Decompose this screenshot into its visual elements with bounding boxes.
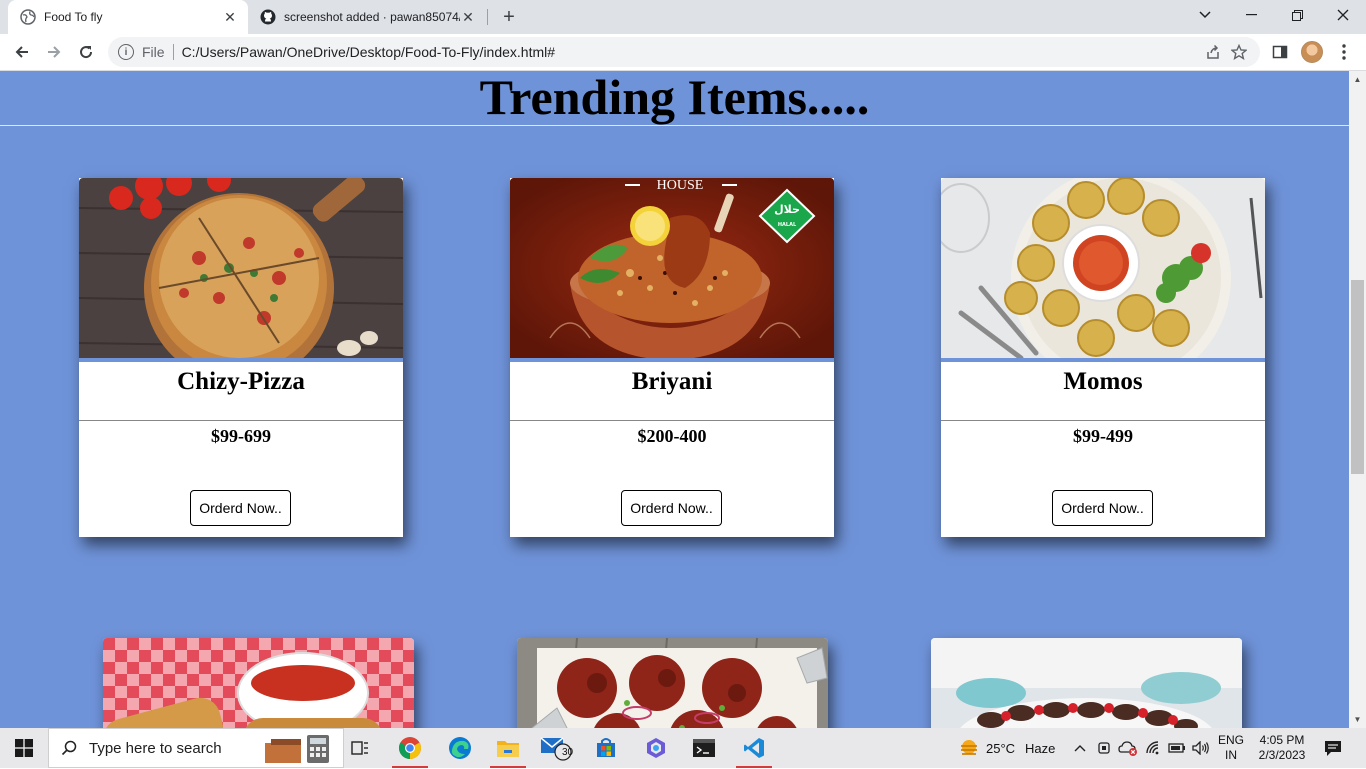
bookmark-star-icon[interactable] [1226, 44, 1252, 60]
chrome-taskbar-icon[interactable] [386, 728, 434, 768]
page-viewport: Trending Items..... Chizy-Pizza $99-699 … [0, 71, 1349, 728]
product-card-spring-rolls [103, 638, 414, 728]
weather-widget[interactable]: 25°C Haze [986, 728, 1066, 768]
new-tab-button[interactable]: + [497, 5, 521, 29]
weather-condition: Haze [1025, 740, 1056, 756]
share-icon[interactable] [1200, 44, 1226, 60]
card-divider [510, 420, 834, 421]
tab-food-to-fly[interactable]: Food To fly ✕ [8, 0, 248, 34]
tab-title: screenshot added · pawan85074/ [284, 10, 460, 24]
windows-start-icon[interactable] [0, 728, 48, 768]
card-divider [941, 420, 1265, 421]
battery-icon[interactable] [1166, 728, 1188, 768]
terminal-icon[interactable] [680, 728, 728, 768]
product-price: $200-400 [637, 426, 707, 446]
tab-search-icon[interactable] [1182, 0, 1228, 30]
copilot-icon[interactable] [632, 728, 680, 768]
url-scheme: File [142, 44, 165, 60]
order-now-button[interactable]: Orderd Now.. [621, 490, 722, 526]
back-button[interactable] [8, 38, 36, 66]
close-tab-icon[interactable]: ✕ [222, 9, 238, 25]
language-indicator[interactable]: ENG IN [1214, 728, 1248, 768]
file-explorer-icon[interactable] [484, 728, 532, 768]
search-placeholder: Type here to search [89, 739, 222, 757]
svg-text:حلال: حلال [774, 203, 800, 216]
language-line1: ENG [1217, 733, 1244, 747]
kebab-menu-icon[interactable] [1330, 38, 1358, 66]
scroll-down-icon[interactable]: ▼ [1349, 711, 1366, 728]
halal-text: HALAL [778, 222, 797, 228]
tab-title: Food To fly [44, 10, 103, 24]
wifi-icon[interactable] [1144, 728, 1164, 768]
notification-icon[interactable] [1316, 728, 1350, 768]
momos-image [941, 178, 1265, 358]
order-now-button[interactable]: Orderd Now.. [190, 490, 291, 526]
windows-taskbar: Type here to search 30 25°C Haze ENG IN … [0, 728, 1366, 768]
scroll-thumb[interactable] [1351, 280, 1364, 474]
spring-rolls-image [103, 638, 414, 728]
cake-image [931, 638, 1242, 728]
store-icon[interactable] [582, 728, 630, 768]
globe-icon [20, 9, 36, 25]
forward-button[interactable] [40, 38, 68, 66]
vscode-icon[interactable] [730, 728, 778, 768]
product-card-chicken [517, 638, 828, 728]
edge-taskbar-icon[interactable] [436, 728, 484, 768]
mail-icon[interactable]: 30 [532, 728, 580, 768]
search-highlight-icon [263, 733, 335, 769]
tab-separator [487, 9, 488, 25]
search-icon [49, 740, 89, 756]
product-name: Briyani [631, 368, 713, 395]
mail-badge: 30 [562, 747, 574, 758]
onedrive-error-icon[interactable] [1116, 728, 1140, 768]
clock-date: 2/3/2023 [1258, 748, 1306, 762]
github-icon [260, 9, 276, 25]
product-card-briyani: حلال HALAL HOUSE Briyani $200-400 Orderd… [510, 178, 834, 537]
weather-haze-icon[interactable] [956, 728, 982, 768]
pizza-image [79, 178, 403, 358]
scroll-up-icon[interactable]: ▲ [1349, 71, 1366, 88]
page-scrollbar[interactable]: ▲ ▼ [1349, 71, 1366, 728]
product-card-pizza: Chizy-Pizza $99-699 Orderd Now.. [79, 178, 403, 537]
chicken-image [517, 638, 828, 728]
weather-temp: 25°C [986, 740, 1016, 756]
product-price: $99-699 [211, 426, 271, 446]
product-price: $99-499 [1073, 426, 1133, 446]
image-band [510, 358, 834, 362]
taskbar-search[interactable]: Type here to search [48, 728, 344, 768]
chevron-up-icon[interactable] [1070, 728, 1090, 768]
omnibox-divider [172, 44, 174, 60]
heading-divider [0, 125, 1349, 126]
restore-button[interactable] [1274, 0, 1320, 30]
url-text[interactable]: C:/Users/Pawan/OneDrive/Desktop/Food-To-… [182, 44, 1200, 60]
task-view-icon[interactable] [344, 728, 376, 768]
product-card-momos: Momos $99-499 Orderd Now.. [941, 178, 1265, 537]
volume-icon[interactable] [1190, 728, 1212, 768]
briyani-image: حلال HALAL HOUSE [510, 178, 834, 358]
order-now-button[interactable]: Orderd Now.. [1052, 490, 1153, 526]
side-panel-icon[interactable] [1266, 38, 1294, 66]
page-heading: Trending Items..... [479, 71, 870, 125]
minimize-button[interactable] [1228, 0, 1274, 30]
product-card-cake [931, 638, 1242, 728]
image-band [941, 358, 1265, 362]
close-window-button[interactable] [1320, 0, 1366, 30]
device-icon[interactable] [1094, 728, 1114, 768]
tab-strip: Food To fly ✕ screenshot added · pawan85… [0, 0, 1366, 34]
close-tab-icon[interactable]: ✕ [460, 9, 476, 25]
house-text: HOUSE [657, 178, 704, 193]
reload-button[interactable] [72, 38, 100, 66]
address-bar[interactable]: i File C:/Users/Pawan/OneDrive/Desktop/F… [108, 37, 1260, 67]
image-band [79, 358, 403, 362]
clock-time: 4:05 PM [1259, 733, 1305, 747]
tab-github[interactable]: screenshot added · pawan85074/ ✕ [250, 0, 486, 34]
profile-avatar[interactable] [1298, 38, 1326, 66]
product-name: Momos [1063, 368, 1143, 395]
card-divider [79, 420, 403, 421]
browser-toolbar: i File C:/Users/Pawan/OneDrive/Desktop/F… [0, 34, 1366, 71]
info-icon[interactable]: i [118, 44, 134, 60]
product-name: Chizy-Pizza [177, 368, 305, 395]
clock[interactable]: 4:05 PM 2/3/2023 [1254, 728, 1310, 768]
language-line2: IN [1225, 748, 1237, 762]
